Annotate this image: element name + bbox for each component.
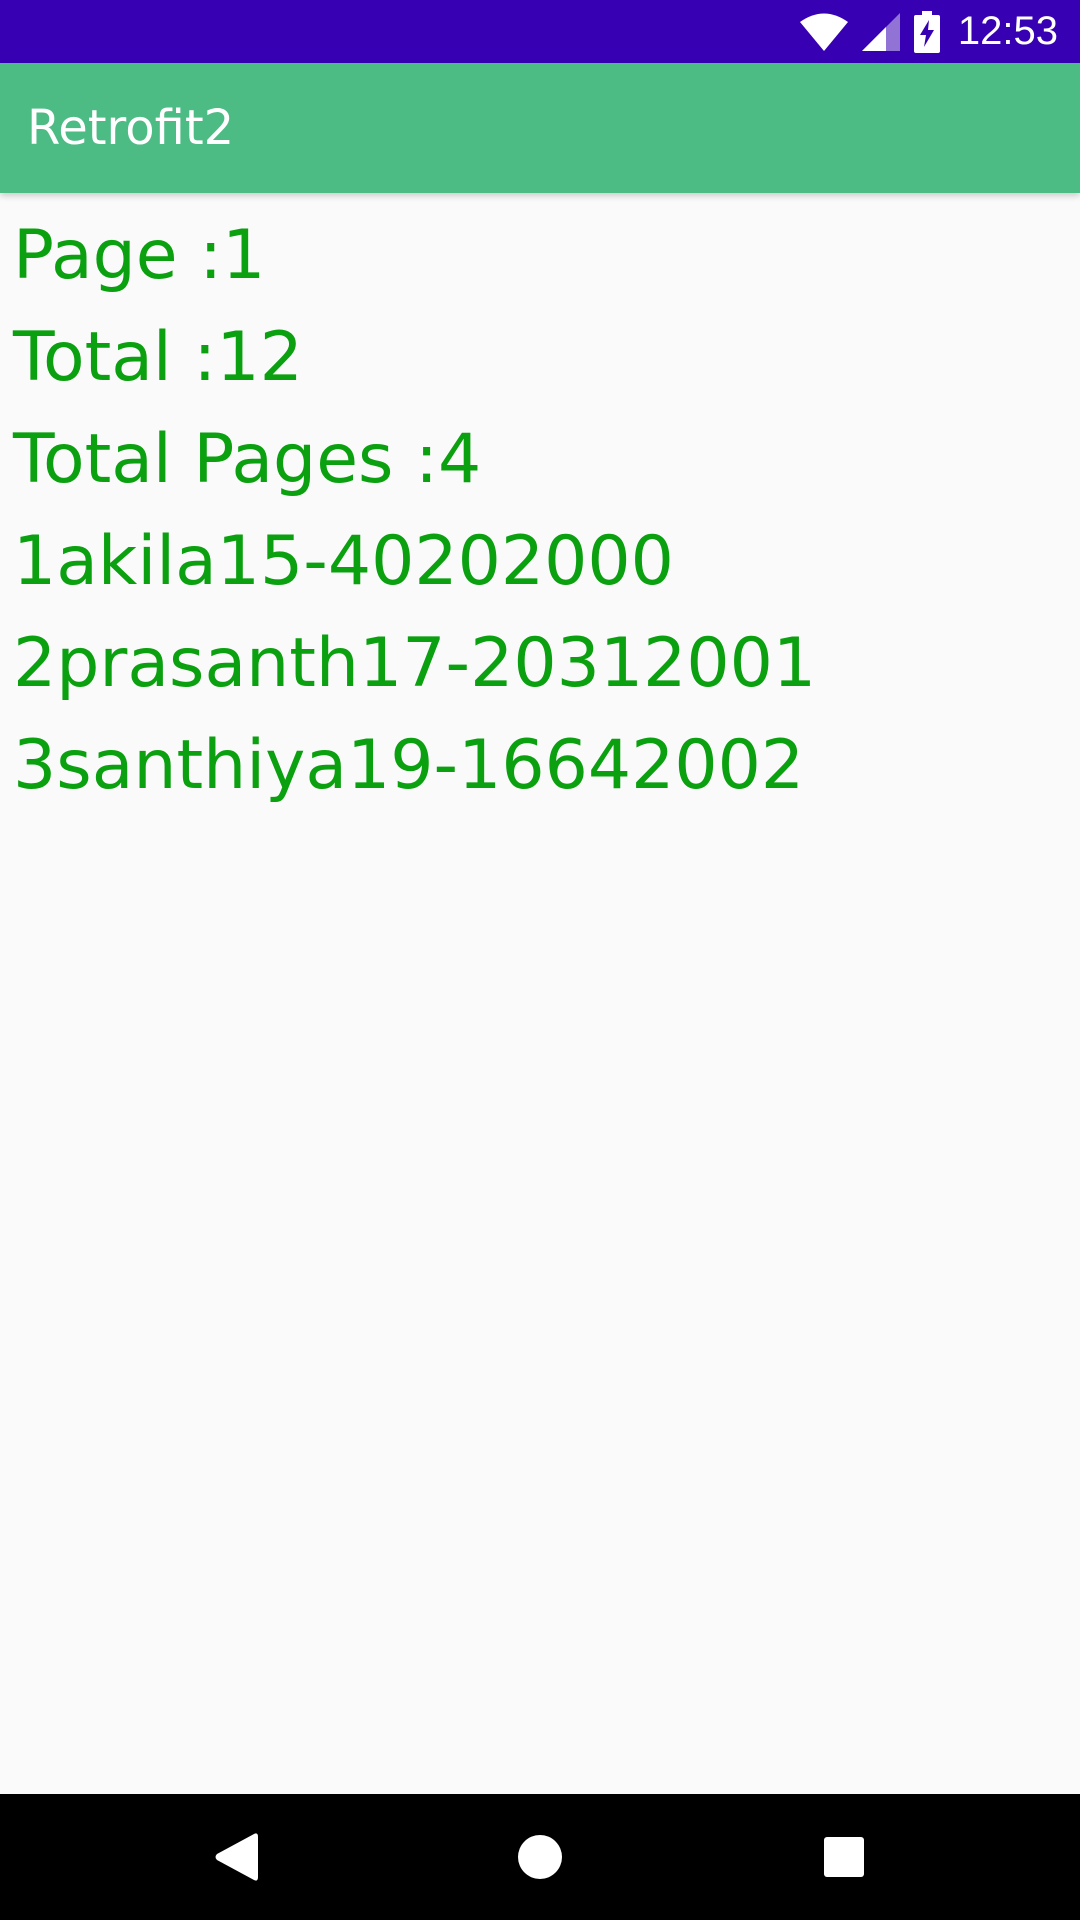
signal-icon <box>861 12 900 51</box>
status-time: 12:53 <box>957 9 1058 53</box>
page-text: Page :1 <box>13 216 266 295</box>
navigation-bar <box>0 1794 1080 1920</box>
battery-charging-icon <box>913 10 940 53</box>
list-item: 3santhiya19-16642002 <box>13 726 805 805</box>
total-pages-text: Total Pages :4 <box>13 420 482 499</box>
recents-icon <box>824 1837 864 1877</box>
back-icon <box>215 1833 258 1881</box>
recents-button[interactable] <box>784 1794 904 1920</box>
total-text: Total :12 <box>13 318 303 397</box>
back-button[interactable] <box>176 1794 296 1920</box>
status-icons: 12:53 <box>799 0 1058 63</box>
app-bar: Retrofit2 <box>0 63 1080 193</box>
app-title: Retrofit2 <box>27 100 235 156</box>
content-area: Page :1 Total :12 Total Pages :4 1akila1… <box>13 205 1063 817</box>
list-item: 1akila15-40202000 <box>13 522 674 601</box>
list-item: 2prasanth17-20312001 <box>13 624 817 703</box>
status-bar: 12:53 <box>0 0 1080 63</box>
home-button[interactable] <box>480 1794 600 1920</box>
wifi-icon <box>799 13 848 51</box>
home-icon <box>518 1835 562 1879</box>
